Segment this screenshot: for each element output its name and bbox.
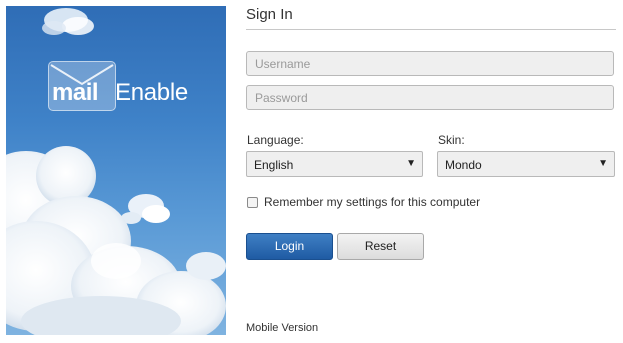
language-label: Language: xyxy=(247,133,304,147)
page-title: Sign In xyxy=(246,6,293,23)
skin-selected-value: Mondo xyxy=(445,158,482,172)
skin-label: Skin: xyxy=(438,133,465,147)
language-selected-value: English xyxy=(254,158,294,172)
login-page: mail Enable Sign In Language: English ▼ … xyxy=(0,0,623,343)
language-select[interactable]: English ▼ xyxy=(246,151,423,177)
mobile-version-link[interactable]: Mobile Version xyxy=(246,322,318,334)
reset-button[interactable]: Reset xyxy=(337,233,424,260)
password-input[interactable] xyxy=(246,85,614,110)
skin-select[interactable]: Mondo ▼ xyxy=(437,151,615,177)
chevron-down-icon: ▼ xyxy=(598,158,608,169)
username-input[interactable] xyxy=(246,51,614,76)
clouds-illustration xyxy=(6,8,226,335)
chevron-down-icon: ▼ xyxy=(406,158,416,169)
title-divider xyxy=(246,29,616,30)
remember-label[interactable]: Remember my settings for this computer xyxy=(264,195,480,209)
login-button[interactable]: Login xyxy=(246,233,333,260)
mailenable-logo: mail Enable xyxy=(48,61,198,111)
remember-checkbox[interactable] xyxy=(247,197,258,208)
sky-panel: mail Enable xyxy=(6,6,226,335)
logo-text-mail: mail xyxy=(52,79,99,106)
logo-text-enable: Enable xyxy=(115,79,188,106)
